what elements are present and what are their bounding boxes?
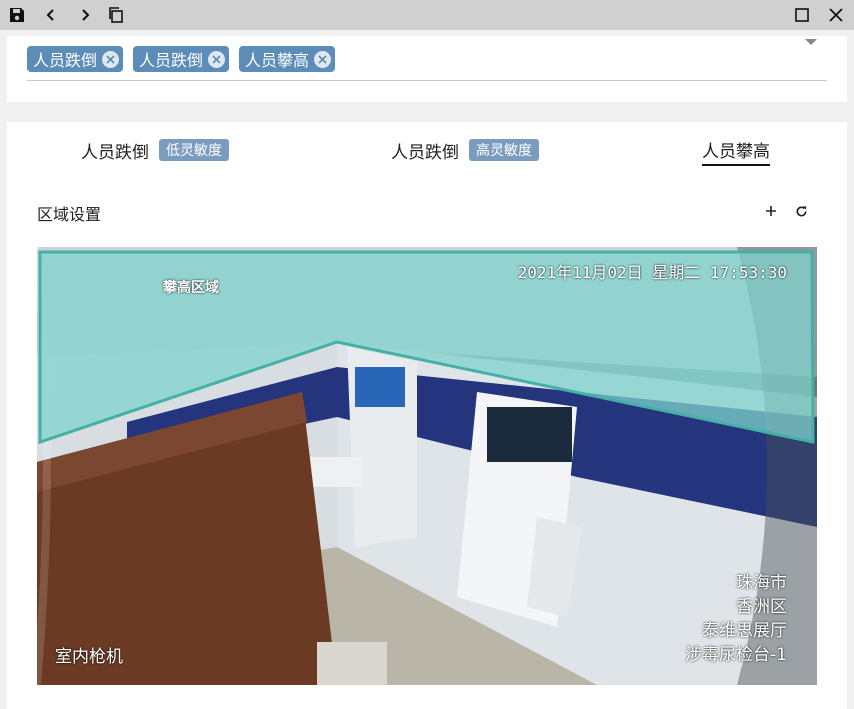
window-titlebar: [0, 0, 854, 30]
tag-label: 人员跌倒: [33, 51, 98, 70]
tag-chip[interactable]: 人员跌倒: [133, 46, 230, 72]
dropdown-arrow-icon[interactable]: [805, 39, 817, 45]
camera-timestamp: 2021年11月02日 星期二 17:53:30: [517, 263, 787, 282]
plus-icon[interactable]: [762, 202, 780, 220]
section-title: 区域设置: [37, 205, 102, 224]
settings-panel: 人员跌倒 低灵敏度 人员跌倒 高灵敏度 人员攀高 区域设置 2021年11月02…: [7, 122, 847, 709]
location-station: 涉毒尿检台-1: [685, 645, 787, 665]
tag-label: 人员跌倒: [139, 51, 204, 70]
chevron-right-icon[interactable]: [70, 0, 100, 30]
tab-fall-low[interactable]: 人员跌倒 低灵敏度: [81, 134, 229, 166]
tag-label: 人员攀高: [245, 51, 310, 70]
tab-label: 人员跌倒: [81, 142, 149, 163]
copy-icon[interactable]: [101, 0, 131, 30]
remove-tag-icon[interactable]: [314, 50, 332, 68]
tag-chip[interactable]: 人员攀高: [239, 46, 336, 72]
tag-chip[interactable]: 人员跌倒: [27, 46, 124, 72]
location-district: 香洲区: [736, 597, 787, 617]
tag-selector[interactable]: 人员跌倒 人员跌倒 人员攀高: [7, 36, 847, 102]
location-hall: 泰维思展厅: [702, 621, 787, 641]
select-underline: [27, 80, 827, 81]
save-icon[interactable]: [2, 0, 32, 30]
sensitivity-badge: 高灵敏度: [469, 139, 539, 161]
maximize-icon[interactable]: [787, 0, 817, 30]
tag-list: 人员跌倒 人员跌倒 人员攀高: [27, 46, 336, 72]
tab-label: 人员攀高: [702, 141, 770, 162]
camera-location: 珠海市 香洲区 泰维思展厅 涉毒尿检台-1: [685, 571, 787, 667]
camera-feed[interactable]: 2021年11月02日 星期二 17:53:30 攀高区域 珠海市 香洲区 泰维…: [37, 247, 817, 685]
tab-climb[interactable]: 人员攀高: [702, 134, 770, 166]
refresh-icon[interactable]: [792, 202, 810, 220]
close-icon[interactable]: [821, 0, 851, 30]
remove-tag-icon[interactable]: [102, 50, 120, 68]
remove-tag-icon[interactable]: [208, 50, 226, 68]
camera-name: 室内枪机: [55, 647, 123, 667]
sensitivity-badge: 低灵敏度: [159, 139, 229, 161]
tab-fall-high[interactable]: 人员跌倒 高灵敏度: [391, 134, 539, 166]
region-label: 攀高区域: [163, 280, 219, 296]
tab-label: 人员跌倒: [391, 142, 459, 163]
location-city: 珠海市: [736, 573, 787, 593]
chevron-left-icon[interactable]: [36, 0, 66, 30]
